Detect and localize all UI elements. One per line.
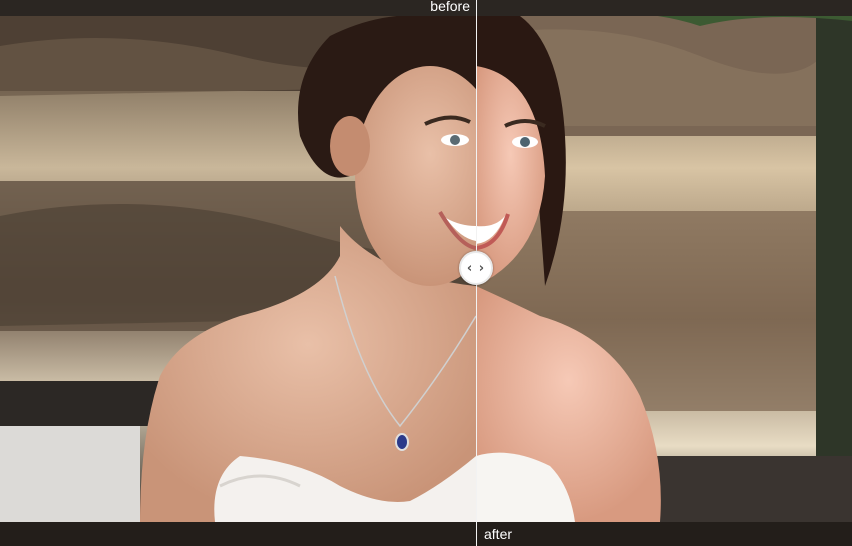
before-after-viewer[interactable]: before after ‹ › bbox=[0, 0, 852, 546]
left-right-arrows-icon: ‹ › bbox=[466, 260, 486, 276]
comparison-photo bbox=[0, 16, 852, 522]
comparison-slider-handle[interactable]: ‹ › bbox=[459, 251, 493, 285]
after-label: after bbox=[484, 526, 513, 542]
top-bar: before bbox=[0, 0, 852, 16]
bottom-bar: after bbox=[0, 522, 852, 546]
before-label: before bbox=[430, 0, 470, 14]
